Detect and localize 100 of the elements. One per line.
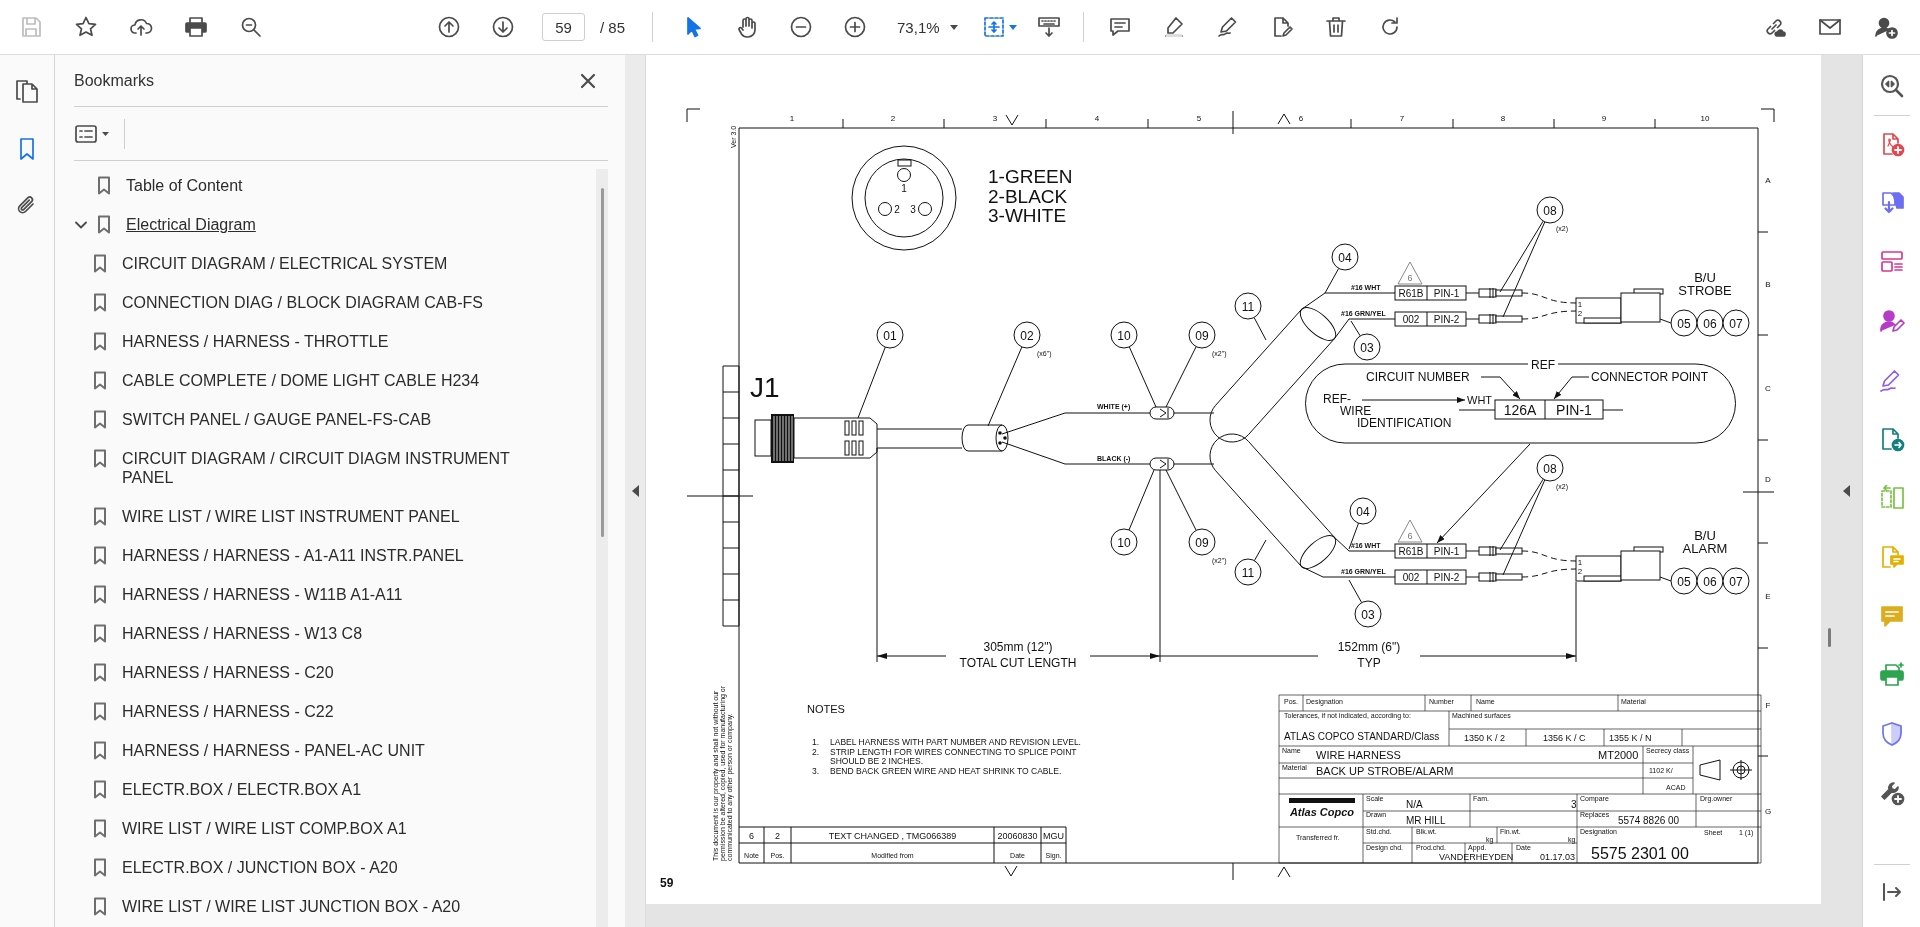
arrow-up-circle-icon[interactable] bbox=[437, 15, 461, 39]
page-number-field[interactable]: 59 bbox=[542, 13, 585, 41]
scrollbar[interactable] bbox=[596, 169, 608, 927]
device-label: B/U STROBE bbox=[1678, 270, 1732, 298]
pin-number: 1 bbox=[901, 183, 907, 194]
zone-letter: E bbox=[1765, 592, 1771, 601]
terminal-drawing bbox=[1465, 545, 1523, 557]
collapse-arrow-icon[interactable] bbox=[631, 485, 639, 497]
zone-letter: A bbox=[1765, 176, 1771, 185]
magnifier-icon[interactable] bbox=[1878, 73, 1905, 99]
centering-mark bbox=[1277, 113, 1291, 125]
bookmark-item[interactable]: HARNESS / HARNESS - THROTTLE bbox=[122, 332, 389, 351]
field-value: 1355 K / N bbox=[1609, 733, 1652, 743]
page-label: 59 bbox=[660, 876, 674, 890]
revision-triangle: 6 bbox=[1397, 519, 1423, 543]
zoom-out-icon[interactable] bbox=[789, 15, 814, 39]
scrollbar-thumb[interactable] bbox=[600, 188, 604, 537]
bookmark-item[interactable]: ELECTR.BOX / JUNCTION BOX - A20 bbox=[122, 858, 398, 877]
revision-triangle: 6 bbox=[1397, 261, 1423, 285]
bookmark-item[interactable]: WIRE LIST / WIRE LIST COMP.BOX A1 bbox=[122, 819, 407, 838]
bookmark-icon bbox=[97, 176, 111, 195]
wire-marker: 002 PIN-2 bbox=[1394, 569, 1467, 585]
field-value: WIRE HARNESS bbox=[1316, 749, 1401, 761]
zone-number: 9 bbox=[1601, 114, 1607, 123]
bookmark-item[interactable]: HARNESS / HARNESS - W11B A1-A11 bbox=[122, 585, 403, 604]
heat-shrink-sleeve bbox=[1149, 457, 1175, 471]
keyboard-arrow-icon[interactable] bbox=[1036, 15, 1061, 39]
callout-balloon: 10 bbox=[1110, 528, 1138, 556]
field-value: 01.17.03 bbox=[1540, 852, 1576, 862]
bookmark-icon bbox=[93, 546, 107, 565]
collapse-arrow-icon[interactable] bbox=[1843, 485, 1850, 497]
company-logo: Atlas Copco bbox=[1289, 798, 1355, 818]
scrollbar-thumb[interactable] bbox=[1828, 628, 1831, 647]
revision-value: 20060830 bbox=[997, 831, 1038, 841]
projection-symbol-icon bbox=[1699, 759, 1753, 781]
pin-number: 1 bbox=[1577, 300, 1583, 309]
centering-mark bbox=[1277, 866, 1291, 878]
search-icon[interactable] bbox=[239, 15, 263, 39]
bookmark-item[interactable]: Table of Content bbox=[126, 176, 243, 195]
wrench-plus-icon[interactable] bbox=[1878, 780, 1905, 806]
bookmark-item[interactable]: HARNESS / HARNESS - W13 C8 bbox=[122, 624, 363, 643]
bookmark-item[interactable]: WIRE LIST / WIRE LIST JUNCTION BOX - A20 bbox=[122, 897, 461, 916]
terminal-drawing bbox=[1465, 571, 1523, 583]
reference-title: REF bbox=[1531, 358, 1555, 372]
arrow-down-circle-icon[interactable] bbox=[491, 15, 515, 39]
bookmark-item[interactable]: CABLE COMPLETE / DOME LIGHT CABLE H234 bbox=[122, 371, 480, 390]
reference-label: REF- bbox=[1323, 392, 1351, 406]
caret-icon[interactable] bbox=[1008, 24, 1017, 30]
star-icon[interactable] bbox=[74, 15, 98, 39]
note-text: BEND BACK GREEN WIRE AND HEAT SHRINK TO CABLE. bbox=[830, 765, 1062, 776]
reference-label: IDENTIFICATION bbox=[1357, 416, 1452, 430]
callout-balloon: 04 bbox=[1349, 497, 1377, 525]
terminal-drawing bbox=[1465, 313, 1523, 325]
zone-number: 10 bbox=[1700, 114, 1710, 123]
field-value: MR HILL bbox=[1406, 815, 1446, 826]
leader-line bbox=[1128, 469, 1155, 531]
layout-icon[interactable] bbox=[1878, 249, 1905, 275]
close-icon[interactable] bbox=[580, 72, 596, 89]
bookmark-item[interactable]: HARNESS / HARNESS - PANEL-AC UNIT bbox=[122, 741, 425, 760]
bookmark-item[interactable]: Electrical Diagram bbox=[126, 215, 256, 234]
leader-line bbox=[1253, 317, 1267, 341]
zone-number: 1 bbox=[789, 114, 795, 123]
wire-label: WHT bbox=[1467, 394, 1493, 406]
bookmark-item[interactable]: WIRE LIST / WIRE LIST INSTRUMENT PANEL bbox=[122, 507, 460, 526]
field-value: 1356 K / C bbox=[1543, 733, 1586, 743]
bookmark-icon bbox=[93, 702, 107, 721]
bookmark-item[interactable]: HARNESS / HARNESS - C22 bbox=[122, 702, 334, 721]
person-plus-icon[interactable] bbox=[1874, 15, 1898, 39]
revision-value: 2 bbox=[775, 831, 780, 841]
field-value: ATLAS COPCO STANDARD/Class bbox=[1284, 731, 1440, 742]
person-pen-icon[interactable] bbox=[1878, 308, 1905, 334]
field-value: 1350 K / 2 bbox=[1464, 733, 1506, 743]
bookmark-item[interactable]: ELECTR.BOX / ELECTR.BOX A1 bbox=[122, 780, 362, 799]
wire-color-label: 3-WHITE bbox=[988, 205, 1067, 226]
bookmark-item[interactable]: CIRCUIT DIAGRAM / CIRCUIT DIAGM INSTRUMENT PANEL bbox=[122, 449, 562, 487]
zoom-in-icon[interactable] bbox=[843, 15, 868, 39]
dashed-frame-icon[interactable] bbox=[981, 15, 1006, 39]
field-value: BACK UP STROBE/ALARM bbox=[1316, 765, 1454, 777]
zone-number: 4 bbox=[1094, 114, 1100, 123]
arrow-bar-icon[interactable] bbox=[1880, 881, 1903, 903]
bookmark-icon bbox=[93, 858, 107, 877]
printer-icon[interactable] bbox=[184, 15, 208, 39]
bookmark-icon bbox=[93, 254, 107, 273]
bookmark-item[interactable]: CIRCUIT DIAGRAM / ELECTRICAL SYSTEM bbox=[122, 254, 448, 273]
bookmark-item[interactable]: CONNECTION DIAG / BLOCK DIAGRAM CAB-FS bbox=[122, 293, 483, 312]
bookmark-item[interactable]: HARNESS / HARNESS - C20 bbox=[122, 663, 334, 682]
field-value: MT2000 bbox=[1598, 749, 1639, 761]
chevron-icon[interactable] bbox=[75, 220, 87, 229]
note-number: 1. bbox=[812, 737, 820, 747]
bookmark-item[interactable]: SWITCH PANEL / GAUGE PANEL-FS-CAB bbox=[122, 410, 432, 429]
leader-line bbox=[1324, 267, 1340, 294]
panel-title: Bookmarks bbox=[74, 71, 155, 90]
bookmark-item[interactable]: HARNESS / HARNESS - A1-A11 INSTR.PANEL bbox=[122, 546, 464, 565]
pages-icon[interactable] bbox=[14, 79, 40, 105]
trash-icon[interactable] bbox=[1323, 15, 1348, 39]
zoom-dropdown[interactable]: 73,1% bbox=[891, 12, 964, 42]
bookmark-icon bbox=[93, 780, 107, 799]
caret-icon[interactable] bbox=[949, 24, 958, 30]
revision-value: TEXT CHANGED , TMG066389 bbox=[828, 831, 957, 841]
comment-icon[interactable] bbox=[1107, 15, 1132, 39]
